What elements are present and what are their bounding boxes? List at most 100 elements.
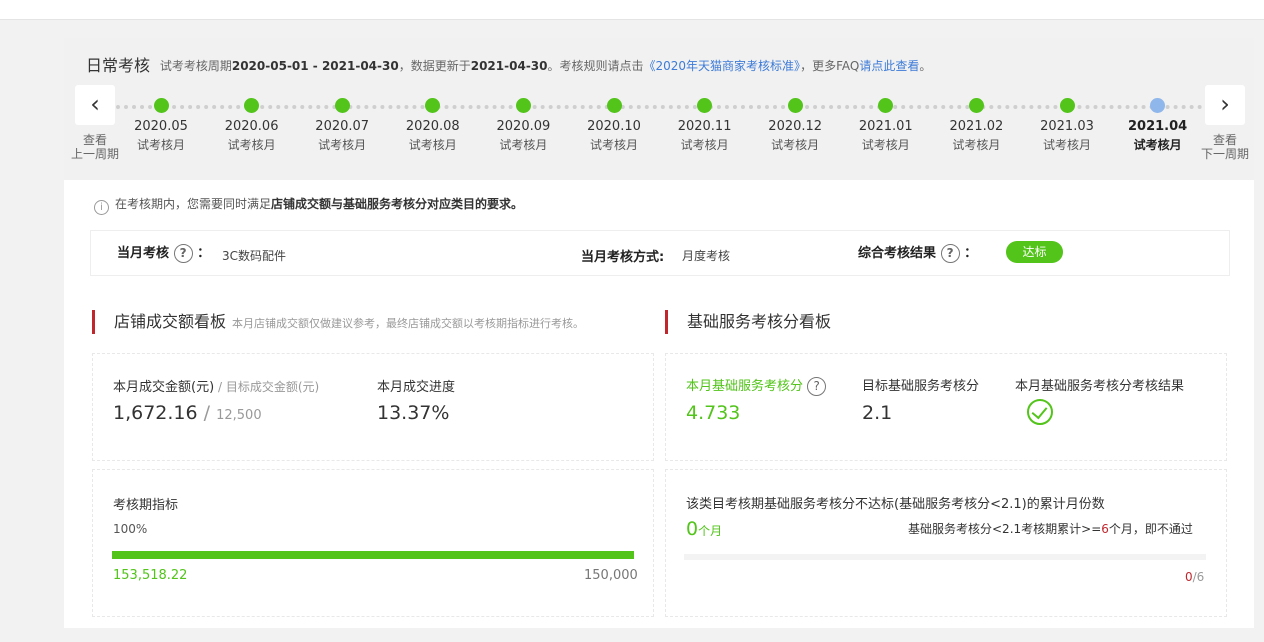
service-result-label: 本月基础服务考核分考核结果 — [1015, 379, 1185, 394]
status-dot-icon — [153, 98, 169, 113]
status-dot-icon — [878, 98, 894, 113]
timeline-label: 试考核月 — [589, 138, 638, 152]
service-board-title-text: 基础服务考核分看板 — [687, 312, 832, 331]
timeline-item[interactable]: 2020.07 试考核月 — [297, 96, 387, 153]
timeline-date: 2020.12 — [768, 119, 823, 134]
top-bar — [0, 0, 1264, 20]
period-target-percent: 100% — [113, 522, 148, 536]
timeline-item[interactable]: 2020.06 试考核月 — [207, 96, 297, 153]
period-prefix: 试考考核周期 — [159, 59, 232, 73]
next-label-line2: 下一周期 — [1200, 147, 1249, 161]
fail-ratio: 0/6 — [1185, 570, 1204, 584]
timeline-date: 2021.04 — [1127, 119, 1188, 134]
timeline-date: 2020.07 — [315, 119, 370, 134]
status-dot-icon — [244, 98, 260, 113]
status-dot-icon — [1150, 98, 1166, 113]
target-score-value: 2.1 — [862, 402, 893, 424]
fail-ratio-total: /6 — [1192, 570, 1205, 584]
status-badge: 达标 — [1006, 241, 1063, 263]
faq-prefix: ，更多FAQ — [800, 59, 860, 73]
amount-label-text: 本月成交金额(元) — [113, 380, 215, 395]
period-target-label: 考核期指标 — [113, 498, 179, 513]
timeline-item[interactable]: 2021.03 试考核月 — [1022, 96, 1112, 153]
chevron-left-icon: ‹ — [90, 90, 100, 118]
service-score-label-text: 本月基础服务考核分 — [686, 379, 804, 394]
timeline-label: 试考核月 — [227, 138, 276, 152]
timeline-label: 试考核月 — [499, 138, 548, 152]
status-dot-icon — [515, 98, 531, 113]
service-board-title: 基础服务考核分看板 — [665, 310, 831, 334]
status-dot-icon — [1059, 98, 1075, 113]
next-label-line1: 查看 — [1212, 133, 1237, 147]
timeline-label: 试考核月 — [408, 138, 457, 152]
help-icon[interactable]: ? — [940, 244, 960, 263]
chevron-right-icon: › — [1220, 90, 1230, 118]
rule-prefix: 。考核规则请点击 — [547, 59, 644, 73]
fail-count-unit: 个月 — [698, 524, 723, 538]
period-progress-fill — [112, 551, 634, 559]
timeline-date: 2020.06 — [224, 119, 279, 134]
sales-board-title-text: 店铺成交额看板 — [114, 312, 227, 331]
service-score-label: 本月基础服务考核分 ? — [686, 375, 827, 396]
exam-result-label: 综合考核结果 ? ： — [858, 242, 977, 263]
timeline-item[interactable]: 2020.12 试考核月 — [750, 96, 840, 153]
fail-rule-text: 基础服务考核分<2.1考核期累计>=6个月，即不通过 — [908, 520, 1193, 537]
check-circle-icon — [1027, 399, 1053, 425]
header-title-row: 日常考核 试考考核周期2020-05-01 - 2021-04-30，数据更新于… — [86, 52, 931, 76]
exam-method-value: 月度考核 — [682, 249, 731, 263]
exam-month-colon: ： — [197, 246, 211, 261]
timeline-item[interactable]: 2021.04 试考核月 — [1113, 96, 1203, 153]
timeline-date: 2021.03 — [1040, 119, 1094, 134]
status-dot-icon — [968, 98, 984, 113]
status-dot-icon — [606, 98, 622, 113]
fail-count-value: 0 — [686, 518, 699, 540]
next-cycle-label[interactable]: 查看 下一周期 — [1195, 133, 1255, 161]
status-dot-icon — [697, 98, 713, 113]
period-target-value: 150,000 — [584, 568, 638, 583]
timeline-label: 试考核月 — [318, 138, 367, 152]
rule-link[interactable]: 《2020年天猫商家考核标准》 — [644, 59, 801, 73]
timeline-item[interactable]: 2020.08 试考核月 — [388, 96, 478, 153]
update-prefix: ，数据更新于 — [398, 59, 471, 73]
faq-link[interactable]: 请点此查看 — [859, 59, 919, 73]
fail-month-count: 0个月 — [686, 518, 722, 540]
timeline-item[interactable]: 2020.05 试考核月 — [116, 96, 206, 153]
fail-ratio-current: 0 — [1185, 570, 1193, 584]
next-cycle-button[interactable]: › — [1205, 85, 1245, 125]
assessment-card: 日常考核 试考考核周期2020-05-01 - 2021-04-30，数据更新于… — [64, 38, 1254, 628]
exam-month-label: 当月考核 ? ： — [117, 242, 210, 263]
fail-month-box — [665, 469, 1227, 617]
prev-cycle-button[interactable]: ‹ — [75, 85, 115, 125]
timeline-label: 试考核月 — [1042, 138, 1091, 152]
amount-separator: / — [203, 402, 211, 424]
timeline-label: 试考核月 — [952, 138, 1001, 152]
monthly-exam-row: 当月考核 ? ： 3C数码配件 当月考核方式: 月度考核 综合考核结果 ? ： … — [90, 230, 1230, 276]
assessment-notice: i 在考核期内，您需要同时满足店铺成交额与基础服务考核分对应类目的要求。 — [94, 195, 523, 215]
period-range: 2020-05-01 - 2021-04-30 — [231, 59, 399, 73]
fail-rule-number: 6 — [1101, 522, 1109, 536]
info-icon: i — [94, 200, 109, 215]
timeline-item[interactable]: 2020.11 试考核月 — [660, 96, 750, 153]
timeline-date: 2020.10 — [587, 119, 641, 134]
service-stats-box — [665, 353, 1227, 461]
exam-result-colon: ： — [964, 246, 978, 261]
timeline-date: 2020.11 — [677, 119, 732, 134]
timeline-item[interactable]: 2020.10 试考核月 — [569, 96, 659, 153]
sales-amount-label: 本月成交金额(元) / 目标成交金额(元) — [113, 376, 319, 395]
help-icon[interactable]: ? — [807, 377, 827, 396]
timeline-label: 试考核月 — [861, 138, 910, 152]
target-score-label: 目标基础服务考核分 — [862, 379, 980, 394]
sales-amount-value: 1,672.16 / 12,500 — [113, 402, 262, 424]
timeline-item[interactable]: 2020.09 试考核月 — [478, 96, 568, 153]
period-target-box — [92, 469, 654, 617]
timeline-item[interactable]: 2021.02 试考核月 — [931, 96, 1021, 153]
help-icon[interactable]: ? — [173, 244, 193, 263]
target-label-text: / 目标成交金额(元) — [214, 380, 320, 394]
timeline-date: 2020.08 — [405, 119, 460, 134]
sales-progress-label: 本月成交进度 — [377, 380, 456, 395]
cycle-timeline: 2020.05 试考核月 2020.06 试考核月 2020.07 试考核月 2020.08… — [116, 96, 1203, 166]
page-title: 日常考核 — [86, 56, 151, 75]
timeline-date: 2020.09 — [496, 119, 551, 134]
timeline-item[interactable]: 2021.01 试考核月 — [841, 96, 931, 153]
notice-bold-text: 店铺成交额与基础服务考核分对应类目的要求。 — [271, 197, 524, 211]
